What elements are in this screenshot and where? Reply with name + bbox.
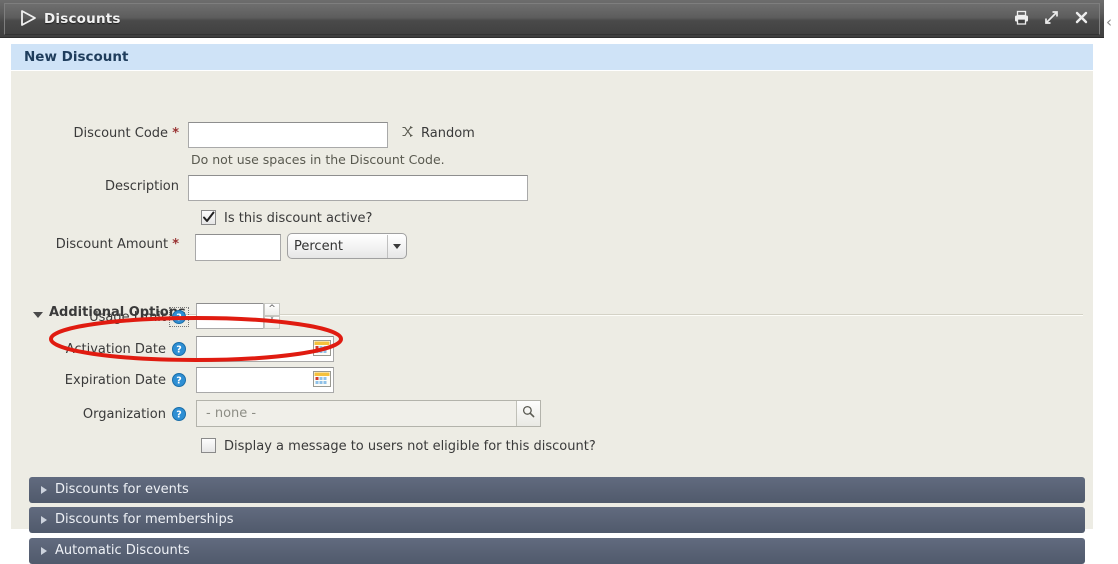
organization-search-button[interactable] <box>516 401 540 426</box>
page-body: New Discount Discount Code * Random Do n… <box>0 38 1104 564</box>
organization-placeholder: - none - <box>206 406 257 421</box>
discount-amount-unit-select[interactable]: Percent <box>287 233 407 259</box>
svg-text:?: ? <box>176 410 182 421</box>
titlebar-inner <box>4 3 1100 35</box>
help-question-icon[interactable]: ? <box>172 310 186 324</box>
help-question-icon[interactable]: ? <box>172 342 186 356</box>
svg-text:?: ? <box>176 313 182 324</box>
chevron-right-icon <box>41 547 47 555</box>
triangle-play-logo-icon <box>18 8 38 28</box>
calendar-icon[interactable] <box>313 371 331 387</box>
discount-amount-input[interactable] <box>195 234 281 261</box>
window-titlebar: Discounts <box>0 0 1104 38</box>
section-label: Automatic Discounts <box>55 543 190 558</box>
titlebar-buttons <box>1013 9 1090 26</box>
panel-collapse-chevron-icon[interactable]: ‹ <box>1106 14 1116 30</box>
chevron-right-icon <box>41 486 47 494</box>
page-title: New Discount <box>24 49 129 65</box>
is-active-label: Is this discount active? <box>224 211 373 226</box>
shuffle-icon <box>402 126 414 141</box>
svg-text:?: ? <box>176 376 182 387</box>
content-frame: New Discount Discount Code * Random Do n… <box>10 43 1094 564</box>
usage-limit-stepper[interactable]: ^ ˅ <box>263 303 280 329</box>
magnifier-icon <box>522 405 535 422</box>
section-header: New Discount <box>11 44 1093 71</box>
help-question-icon[interactable]: ? <box>172 373 186 387</box>
description-label: Description <box>104 179 179 194</box>
organization-lookup[interactable]: - none - <box>196 400 541 427</box>
random-label: Random <box>421 126 475 141</box>
form-area: Discount Code * Random Do not use spaces… <box>11 72 1093 564</box>
window-title: Discounts <box>44 11 121 27</box>
close-x-icon[interactable] <box>1073 9 1090 26</box>
discount-code-label: Discount Code * <box>73 126 179 141</box>
discount-code-hint: Do not use spaces in the Discount Code. <box>191 152 445 167</box>
section-label: Discounts for memberships <box>55 512 234 527</box>
required-marker: * <box>172 126 179 141</box>
discounts-window: Discounts ‹ New Discount Discount Code *… <box>0 0 1112 564</box>
help-question-icon[interactable]: ? <box>172 407 186 421</box>
section-discounts-for-memberships[interactable]: Discounts for memberships <box>29 507 1085 533</box>
expand-diagonal-icon[interactable] <box>1043 9 1060 26</box>
eligibility-message-label: Display a message to users not eligible … <box>224 439 596 454</box>
activation-date-label: Activation Date <box>65 342 166 357</box>
discount-amount-label: Discount Amount * <box>55 237 179 252</box>
expiration-date-label: Expiration Date <box>64 373 166 388</box>
section-discounts-for-events[interactable]: Discounts for events <box>29 477 1085 503</box>
required-marker: * <box>172 237 179 252</box>
stepper-up-button[interactable]: ^ <box>264 303 280 316</box>
printer-icon[interactable] <box>1013 9 1030 26</box>
stepper-down-button[interactable]: ˅ <box>264 316 280 329</box>
discount-code-input[interactable] <box>188 122 388 148</box>
divider <box>181 314 1083 316</box>
random-code-link[interactable]: Random <box>402 126 475 141</box>
calendar-icon[interactable] <box>313 340 331 356</box>
eligibility-message-checkbox[interactable] <box>201 438 216 453</box>
usage-limit-input[interactable] <box>196 303 264 329</box>
description-input[interactable] <box>188 175 528 201</box>
usage-limit-label: Usage Limit <box>89 310 166 325</box>
organization-label: Organization <box>82 407 166 422</box>
chevron-right-icon <box>41 516 47 524</box>
section-automatic-discounts[interactable]: Automatic Discounts <box>29 538 1085 564</box>
svg-text:?: ? <box>176 345 182 356</box>
section-label: Discounts for events <box>55 482 189 497</box>
is-active-checkbox[interactable] <box>201 210 216 225</box>
